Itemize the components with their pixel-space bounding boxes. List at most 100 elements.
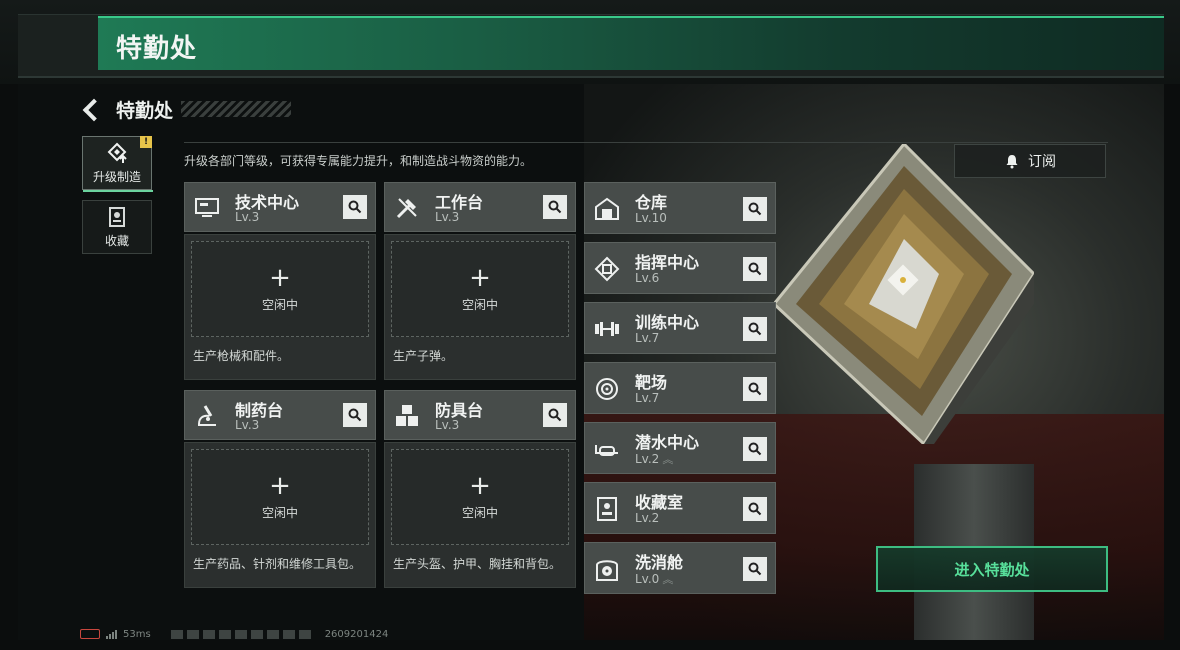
- station-level: Lv.3: [235, 210, 260, 224]
- slot-status: 空闲中: [461, 505, 498, 520]
- dept-collection-room[interactable]: 收藏室 Lv.2: [584, 482, 776, 534]
- tab-collection-label: 收藏: [104, 233, 129, 248]
- banner-divider: [18, 76, 1164, 78]
- description-divider: [184, 142, 1108, 143]
- dumbbell-icon: [595, 322, 619, 336]
- station-body: + 空闲中 生产枪械和配件。: [184, 234, 376, 380]
- enter-special-ops-button[interactable]: 进入特勤处: [876, 546, 1108, 592]
- diving-mask-icon: [595, 445, 618, 456]
- slot-status: 空闲中: [461, 297, 498, 312]
- subscribe-label: 订阅: [1028, 154, 1056, 170]
- ping-readout: 53ms: [123, 628, 151, 640]
- craft-slot[interactable]: + 空闲中: [391, 449, 569, 545]
- dept-level: Lv.2: [635, 511, 660, 525]
- station-header[interactable]: 制药台 Lv.3: [184, 390, 376, 440]
- main-panel: 特勤处 升级各部门等级，可获得专属能力提升，和制造战斗物资的能力。 升级制造 !…: [18, 84, 1164, 640]
- session-id: 2609201424: [324, 628, 389, 640]
- title-hatch-decoration: [181, 101, 292, 117]
- search-icon[interactable]: [743, 437, 767, 461]
- search-icon[interactable]: [743, 197, 767, 221]
- signal-icon: [106, 629, 117, 639]
- station-pharmacy: 制药台 Lv.3 + 空闲中 生产药品、针剂和维修工具包。: [184, 390, 376, 602]
- upgrade-icon: [107, 142, 127, 163]
- target-icon: [596, 378, 618, 400]
- search-icon[interactable]: [543, 195, 567, 219]
- dept-name: 指挥中心: [635, 253, 700, 272]
- dept-name: 洗消舱: [635, 553, 684, 572]
- dept-command-center[interactable]: 指挥中心 Lv.6: [584, 242, 776, 294]
- dept-warehouse[interactable]: 仓库 Lv.10: [584, 182, 776, 234]
- station-body: + 空闲中 生产药品、针剂和维修工具包。: [184, 442, 376, 588]
- search-icon[interactable]: [743, 257, 767, 281]
- dept-level: Lv.6: [635, 271, 660, 285]
- dept-shooting-range[interactable]: 靶场 Lv.7: [584, 362, 776, 414]
- station-description: 生产子弹。: [393, 349, 454, 363]
- station-header[interactable]: 技术中心 Lv.3: [184, 182, 376, 232]
- dept-name: 靶场: [635, 373, 668, 392]
- top-banner: 特勤处: [0, 0, 1180, 84]
- slot-status: 空闲中: [261, 297, 298, 312]
- upgrade-arrow-icon: ︽: [662, 573, 674, 586]
- plus-icon: +: [469, 470, 491, 501]
- obscured-text: [170, 629, 311, 639]
- battery-icon: [80, 629, 100, 639]
- warehouse-icon: [595, 197, 619, 220]
- upgrade-arrow-icon: ︽: [662, 453, 674, 466]
- dept-training-center[interactable]: 训练中心 Lv.7: [584, 302, 776, 354]
- display-case-icon: [597, 497, 617, 521]
- search-icon[interactable]: [743, 317, 767, 341]
- search-icon[interactable]: [743, 377, 767, 401]
- dept-level: Lv.7: [635, 331, 660, 345]
- dept-level: Lv.10: [635, 211, 667, 225]
- bell-icon: [1006, 155, 1018, 169]
- plus-icon: +: [269, 262, 291, 293]
- search-icon[interactable]: [743, 497, 767, 521]
- back-arrow-icon[interactable]: [80, 98, 102, 120]
- craft-slot[interactable]: + 空闲中: [391, 241, 569, 337]
- dept-level: Lv.0 ︽: [635, 572, 674, 586]
- station-description: 生产药品、针剂和维修工具包。: [193, 557, 362, 571]
- craft-slot[interactable]: + 空闲中: [191, 449, 369, 545]
- search-icon[interactable]: [343, 403, 367, 427]
- station-level: Lv.3: [435, 418, 460, 432]
- tech-monitor-icon: [195, 198, 219, 217]
- dept-name: 训练中心: [635, 313, 700, 332]
- station-level: Lv.3: [235, 418, 260, 432]
- enter-button-label: 进入特勤处: [954, 560, 1030, 579]
- page-description: 升级各部门等级，可获得专属能力提升，和制造战斗物资的能力。: [184, 154, 533, 168]
- radiation-icon: [596, 560, 618, 581]
- station-description: 生产枪械和配件。: [193, 349, 290, 363]
- armor-boxes-icon: [396, 405, 418, 426]
- tab-alert-badge: !: [140, 136, 152, 148]
- station-body: + 空闲中 生产头盔、护甲、胸挂和背包。: [384, 442, 576, 588]
- station-tech-center: 技术中心 Lv.3 + 空闲中 生产枪械和配件。: [184, 182, 376, 394]
- microscope-icon: [198, 405, 216, 426]
- facility-cube-image: [774, 144, 1034, 444]
- dept-level: Lv.7: [635, 391, 660, 405]
- plus-icon: +: [469, 262, 491, 293]
- dept-name: 收藏室: [635, 493, 684, 512]
- banner-highlight: [98, 16, 1164, 70]
- chip-icon: [594, 256, 620, 282]
- banner-title: 特勤处: [116, 34, 198, 64]
- tab-upgrade-craft[interactable]: 升级制造 !: [82, 136, 153, 192]
- dept-decontamination-bay[interactable]: 洗消舱 Lv.0 ︽: [584, 542, 776, 594]
- tab-upgrade-craft-label: 升级制造: [92, 169, 141, 184]
- search-icon[interactable]: [543, 403, 567, 427]
- station-description: 生产头盔、护甲、胸挂和背包。: [393, 557, 562, 571]
- station-armor: 防具台 Lv.3 + 空闲中 生产头盔、护甲、胸挂和背包。: [384, 390, 576, 602]
- station-body: + 空闲中 生产子弹。: [384, 234, 576, 380]
- dept-level: Lv.2 ︽: [635, 452, 674, 466]
- station-header[interactable]: 工作台 Lv.3: [384, 182, 576, 232]
- subscribe-button[interactable]: 订阅: [954, 144, 1106, 178]
- station-header[interactable]: 防具台 Lv.3: [384, 390, 576, 440]
- station-workbench: 工作台 Lv.3 + 空闲中 生产子弹。: [384, 182, 576, 394]
- craft-slot[interactable]: + 空闲中: [191, 241, 369, 337]
- collection-icon: [109, 206, 125, 227]
- tools-icon: [396, 198, 417, 219]
- tab-collection[interactable]: 收藏: [82, 200, 152, 254]
- dept-diving-center[interactable]: 潜水中心 Lv.2 ︽: [584, 422, 776, 474]
- search-icon[interactable]: [343, 195, 367, 219]
- dept-name: 潜水中心: [635, 433, 700, 452]
- search-icon[interactable]: [743, 557, 767, 581]
